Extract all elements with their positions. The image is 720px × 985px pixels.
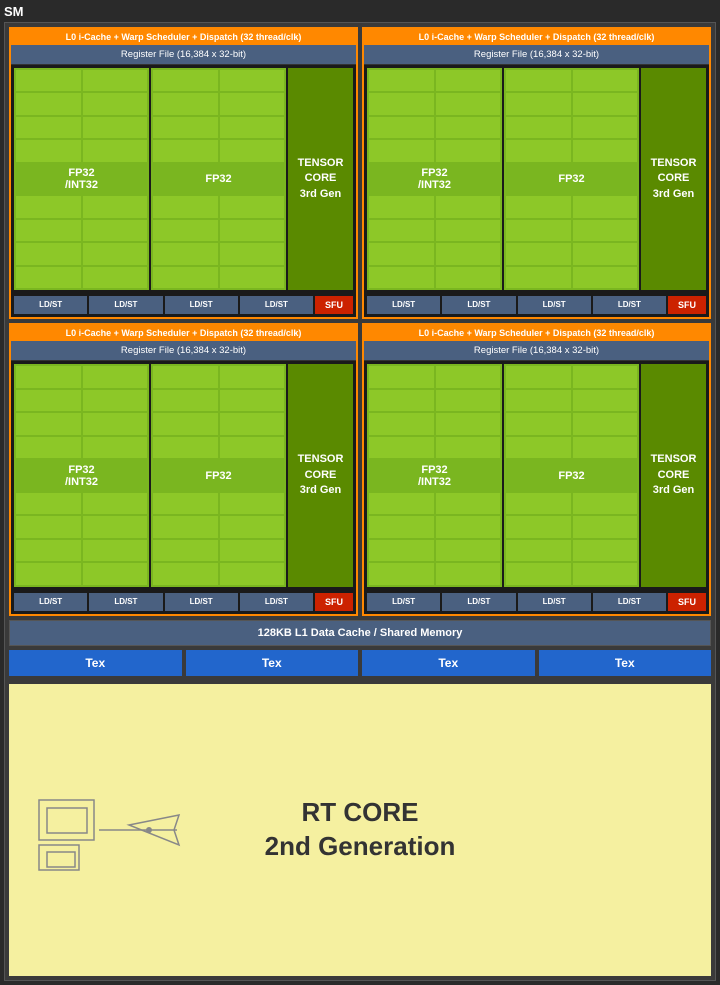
register-file-br: Register File (16,384 x 32-bit) (364, 341, 709, 361)
bottom-row-tl: LD/ST LD/ST LD/ST LD/ST SFU (11, 293, 356, 317)
tex-unit-1: Tex (9, 650, 182, 676)
tex-row: Tex Tex Tex Tex (9, 650, 711, 676)
ldst1-tr: LD/ST (367, 296, 440, 314)
rt-core-line2: 2nd Generation (265, 830, 456, 864)
sfu-br: SFU (668, 593, 706, 611)
register-file-bl: Register File (16,384 x 32-bit) (11, 341, 356, 361)
sm-inner: L0 i-Cache + Warp Scheduler + Dispatch (… (4, 22, 716, 981)
fp32-int32-label-tl: FP32/INT32 (65, 167, 98, 191)
tensor-label-bl: TENSORCORE3rd Gen (298, 452, 344, 498)
ldst2-bl: LD/ST (89, 593, 162, 611)
bottom-row-tr: LD/ST LD/ST LD/ST LD/ST SFU (364, 293, 709, 317)
cores-area-bl: FP32/INT32 (11, 361, 356, 589)
ldst2-tr: LD/ST (442, 296, 515, 314)
tensor-label-br: TENSORCORE3rd Gen (651, 452, 697, 498)
ldst1-br: LD/ST (367, 593, 440, 611)
l0-header-bl: L0 i-Cache + Warp Scheduler + Dispatch (… (11, 325, 356, 341)
top-sub-partitions-row: L0 i-Cache + Warp Scheduler + Dispatch (… (9, 27, 711, 319)
ldst1-tl: LD/ST (14, 296, 87, 314)
ldst3-br: LD/ST (518, 593, 591, 611)
ldst4-bl: LD/ST (240, 593, 313, 611)
ldst2-br: LD/ST (442, 593, 515, 611)
rt-core-block: RT CORE 2nd Generation (9, 684, 711, 976)
l0-header-br: L0 i-Cache + Warp Scheduler + Dispatch (… (364, 325, 709, 341)
tex-unit-3: Tex (362, 650, 535, 676)
l0-header-tl: L0 i-Cache + Warp Scheduler + Dispatch (… (11, 29, 356, 45)
tex-unit-4: Tex (539, 650, 712, 676)
sub-partition-bottom-right: L0 i-Cache + Warp Scheduler + Dispatch (… (362, 323, 711, 615)
bottom-row-br: LD/ST LD/ST LD/ST LD/ST SFU (364, 590, 709, 614)
sm-container: SM L0 i-Cache + Warp Scheduler + Dispatc… (0, 0, 720, 985)
tex-unit-2: Tex (186, 650, 359, 676)
ldst3-tr: LD/ST (518, 296, 591, 314)
rt-core-icon (29, 780, 189, 880)
bottom-row-bl: LD/ST LD/ST LD/ST LD/ST SFU (11, 590, 356, 614)
bottom-sub-partitions-row: L0 i-Cache + Warp Scheduler + Dispatch (… (9, 323, 711, 615)
cores-area-br: FP32/INT32 (364, 361, 709, 589)
fp32-label-bl: FP32 (205, 470, 231, 482)
fp32-int32-label-tr: FP32/INT32 (418, 167, 451, 191)
ldst3-bl: LD/ST (165, 593, 238, 611)
l1-cache-bar: 128KB L1 Data Cache / Shared Memory (9, 620, 711, 646)
rt-core-text: RT CORE 2nd Generation (265, 796, 456, 864)
cores-area-tl: FP32/INT32 (11, 65, 356, 293)
sfu-tl: SFU (315, 296, 353, 314)
fp32-label-tr: FP32 (558, 173, 584, 185)
tensor-label-tl: TENSORCORE3rd Gen (298, 156, 344, 202)
ldst2-tl: LD/ST (89, 296, 162, 314)
l0-header-tr: L0 i-Cache + Warp Scheduler + Dispatch (… (364, 29, 709, 45)
register-file-tl: Register File (16,384 x 32-bit) (11, 45, 356, 65)
ldst3-tl: LD/ST (165, 296, 238, 314)
sfu-tr: SFU (668, 296, 706, 314)
sub-partition-bottom-left: L0 i-Cache + Warp Scheduler + Dispatch (… (9, 323, 358, 615)
ldst1-bl: LD/ST (14, 593, 87, 611)
sub-partition-top-right: L0 i-Cache + Warp Scheduler + Dispatch (… (362, 27, 711, 319)
rt-core-line1: RT CORE (265, 796, 456, 830)
cores-area-tr: FP32/INT32 (364, 65, 709, 293)
tensor-label-tr: TENSORCORE3rd Gen (651, 156, 697, 202)
sm-label: SM (4, 4, 716, 19)
fp32-int32-label-bl: FP32/INT32 (65, 464, 98, 488)
fp32-int32-label-br: FP32/INT32 (418, 464, 451, 488)
sfu-bl: SFU (315, 593, 353, 611)
ldst4-tl: LD/ST (240, 296, 313, 314)
fp32-label-tl: FP32 (205, 173, 231, 185)
sub-partition-top-left: L0 i-Cache + Warp Scheduler + Dispatch (… (9, 27, 358, 319)
ldst4-tr: LD/ST (593, 296, 666, 314)
register-file-tr: Register File (16,384 x 32-bit) (364, 45, 709, 65)
ldst4-br: LD/ST (593, 593, 666, 611)
fp32-label-br: FP32 (558, 470, 584, 482)
